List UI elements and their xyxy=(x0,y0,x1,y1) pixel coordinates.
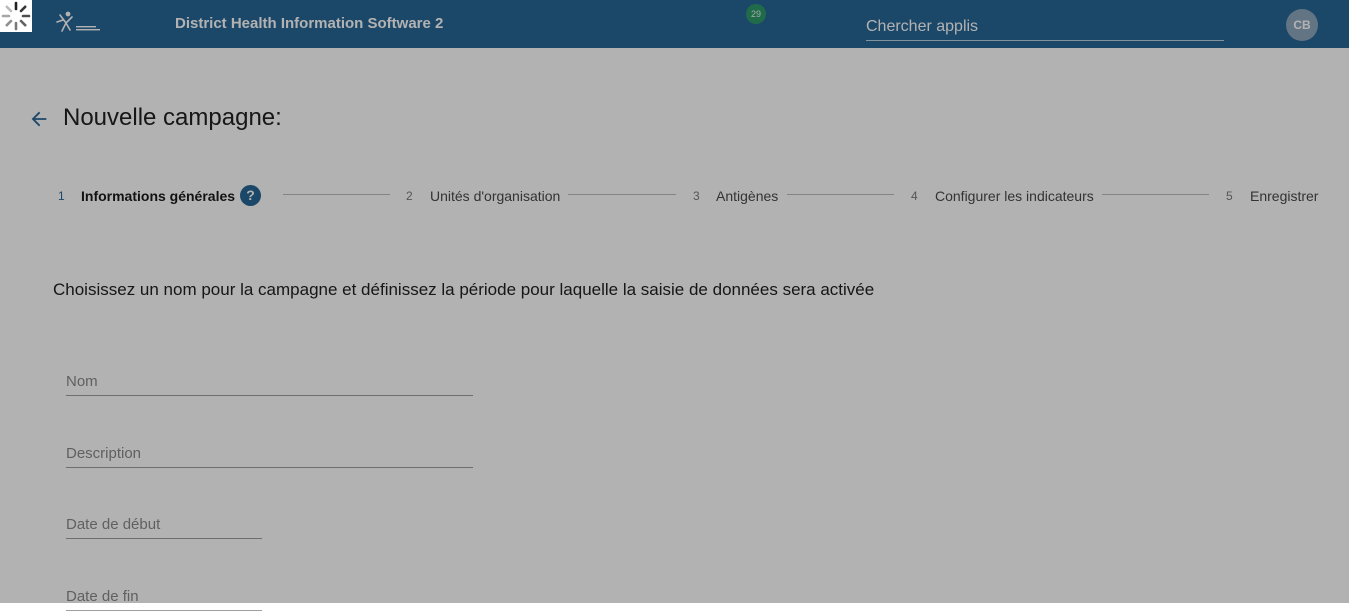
loading-overlay xyxy=(0,0,1349,603)
loading-spinner-icon xyxy=(0,0,32,32)
